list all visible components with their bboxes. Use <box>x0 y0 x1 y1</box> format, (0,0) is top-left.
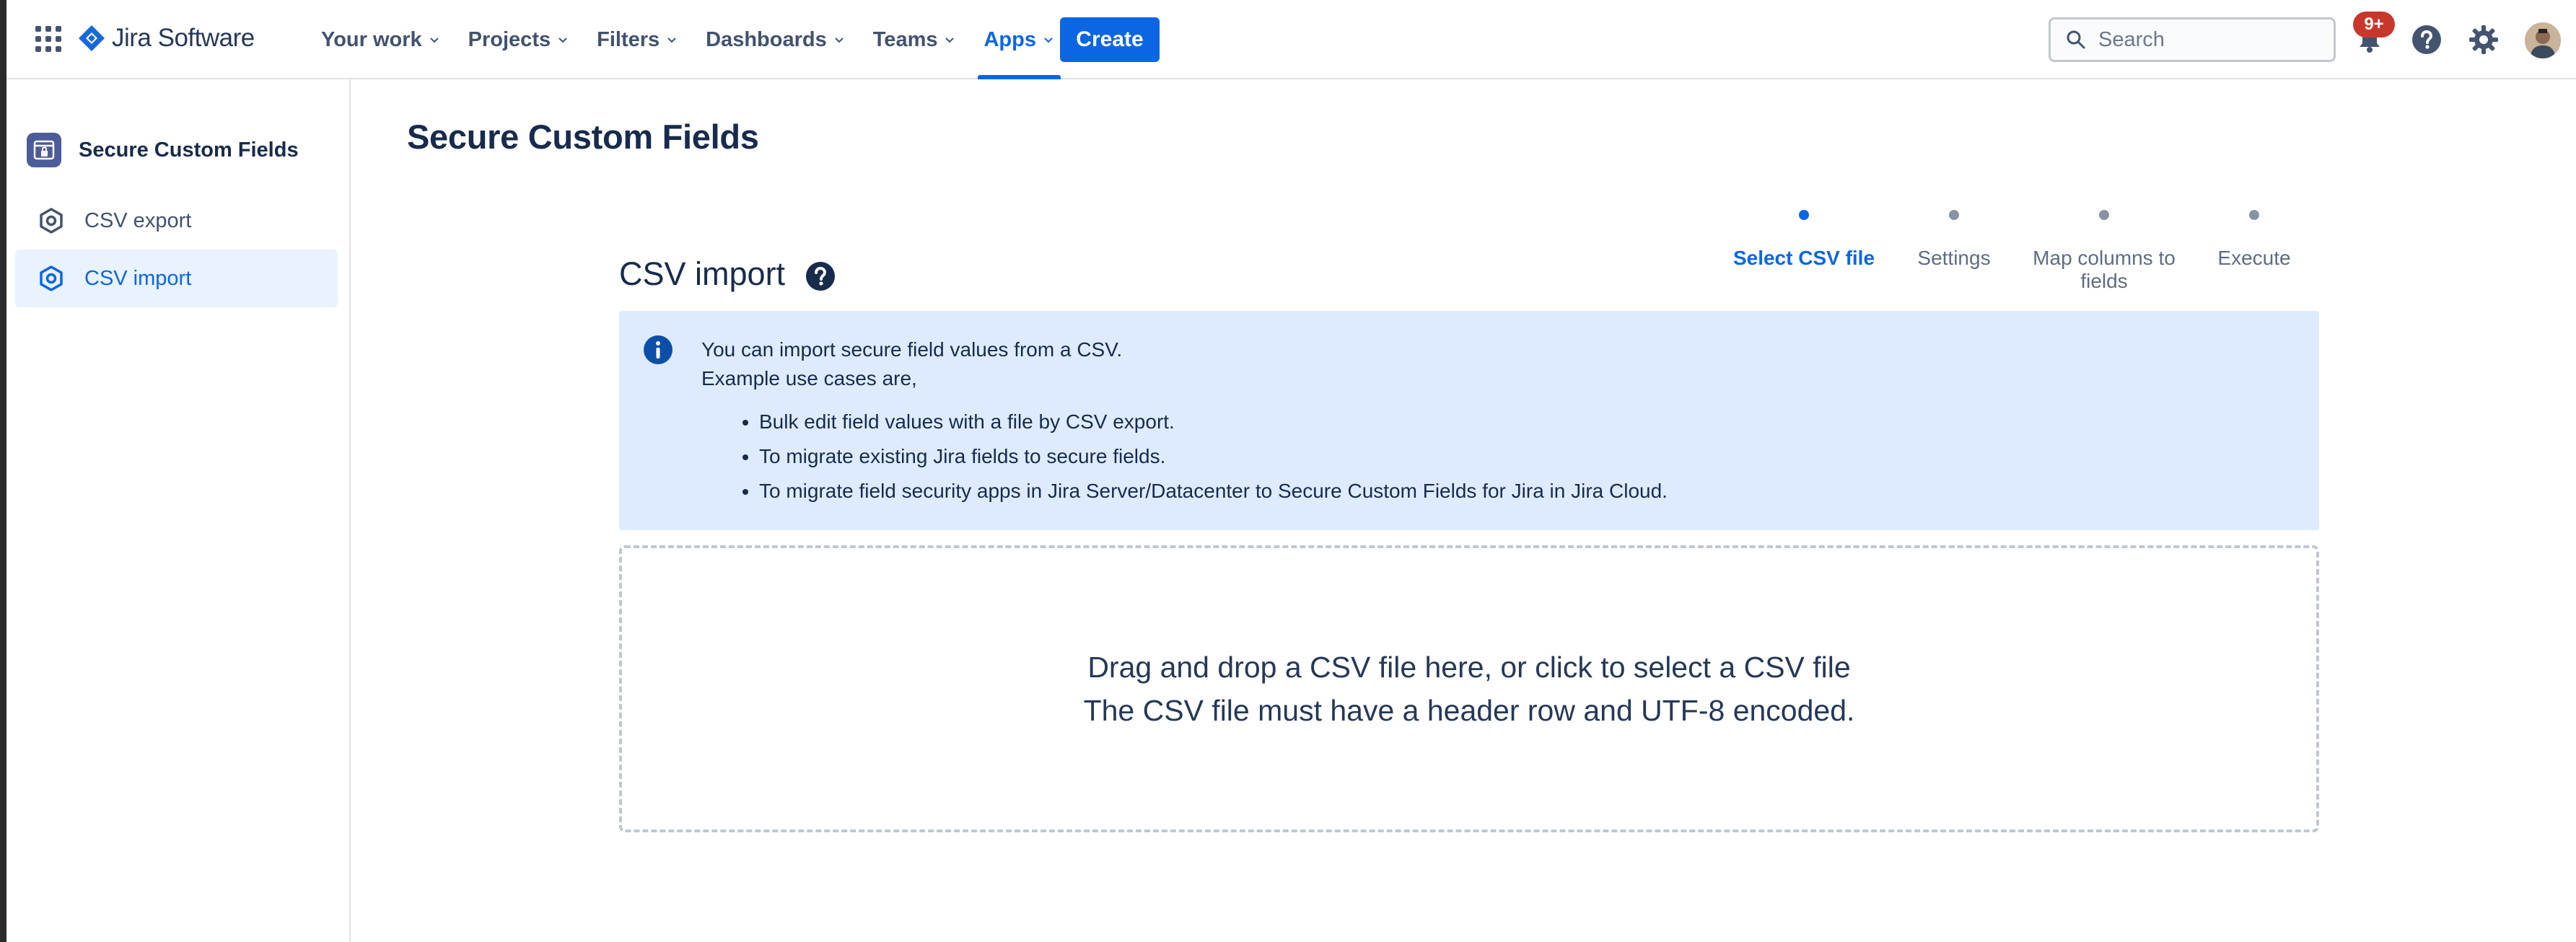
list-item: To migrate existing Jira fields to secur… <box>759 439 1668 474</box>
sidebar-item-label: CSV import <box>84 266 192 290</box>
search-input[interactable] <box>2098 27 2315 52</box>
list-item: Bulk edit field values with a file by CS… <box>759 405 1668 439</box>
jira-logo[interactable]: Jira Software <box>77 20 255 56</box>
menu-apps[interactable]: Apps <box>978 0 1061 79</box>
notification-badge: 9+ <box>2353 12 2395 38</box>
gear-icon <box>2469 25 2498 54</box>
info-text: You can import secure field values from … <box>701 335 1122 393</box>
list-item: To migrate field security apps in Jira S… <box>759 474 1668 509</box>
menu-label: Filters <box>597 27 660 51</box>
page-title: Secure Custom Fields <box>407 118 759 156</box>
step-dot <box>1799 210 1809 220</box>
info-panel: You can import secure field values from … <box>619 311 2319 530</box>
dropzone-line-2: The CSV file must have a header row and … <box>1083 694 1855 727</box>
sidebar-item-csv-export[interactable]: CSV export <box>15 192 338 250</box>
lock-window-icon <box>33 140 55 160</box>
csv-dropzone[interactable]: Drag and drop a CSV file here, or click … <box>619 545 2319 832</box>
step-dot <box>2249 210 2259 220</box>
chevron-down-icon <box>1044 38 1053 43</box>
menu-label: Your work <box>321 27 422 51</box>
menu-label: Projects <box>468 27 551 51</box>
window-edge <box>0 0 6 942</box>
settings-button[interactable] <box>2464 20 2503 59</box>
sidebar-item-label: CSV export <box>84 208 192 232</box>
info-line-1: You can import secure field values from … <box>701 338 1123 361</box>
help-icon[interactable] <box>805 261 836 291</box>
step-label: Execute <box>2217 247 2291 269</box>
menu-your-work[interactable]: Your work <box>315 0 447 79</box>
user-avatar-icon <box>2525 22 2561 58</box>
avatar[interactable] <box>2525 22 2561 58</box>
sidebar: Secure Custom Fields CSV export CSV impo… <box>6 79 351 942</box>
info-icon <box>644 335 673 364</box>
dropzone-line-1: Drag and drop a CSV file here, or click … <box>1087 651 1851 684</box>
step-dot <box>2099 210 2109 220</box>
step-select-csv-file: Select CSV file <box>1732 202 1876 270</box>
menu-label: Dashboards <box>706 27 827 51</box>
step-label: Map columns to fields <box>2033 247 2176 292</box>
chevron-down-icon <box>558 38 567 43</box>
chevron-down-icon <box>945 38 955 43</box>
main-menu: Your work Projects Filters Dashboards Te… <box>315 0 1077 79</box>
step-label: Select CSV file <box>1732 247 1875 269</box>
use-case-list: Bulk edit field values with a file by CS… <box>759 405 1668 509</box>
top-navigation: Jira Software Your work Projects Filters… <box>6 0 2576 79</box>
help-button[interactable] <box>2407 20 2446 59</box>
step-settings: Settings <box>1882 202 2026 270</box>
menu-teams[interactable]: Teams <box>867 0 963 79</box>
app-switcher-icon[interactable] <box>35 26 61 52</box>
section-title: CSV import <box>619 255 786 292</box>
create-button[interactable]: Create <box>1060 17 1160 62</box>
sidebar-header: Secure Custom Fields <box>27 126 299 175</box>
secure-fields-app-icon <box>27 133 61 167</box>
section-header: CSV import <box>619 252 836 296</box>
menu-label: Teams <box>872 27 938 51</box>
menu-filters[interactable]: Filters <box>591 0 684 79</box>
sidebar-title: Secure Custom Fields <box>79 138 299 162</box>
info-line-2: Example use cases are, <box>701 367 917 389</box>
step-dot <box>1949 210 1959 220</box>
jira-logo-icon <box>79 25 105 51</box>
menu-dashboards[interactable]: Dashboards <box>700 0 851 79</box>
menu-projects[interactable]: Projects <box>463 0 575 79</box>
help-icon <box>2412 25 2441 54</box>
step-map-columns: Map columns to fields <box>2032 202 2176 293</box>
search-box[interactable] <box>2049 17 2336 62</box>
chevron-down-icon <box>429 38 439 43</box>
search-icon <box>2067 30 2085 49</box>
chevron-down-icon <box>667 38 676 43</box>
sidebar-item-csv-import[interactable]: CSV import <box>15 250 338 307</box>
step-execute: Execute <box>2182 202 2326 270</box>
step-label: Settings <box>1917 247 1991 269</box>
brand-name: Jira Software <box>112 24 255 52</box>
hexagon-gear-icon <box>40 208 63 234</box>
chevron-down-icon <box>835 38 844 43</box>
menu-label: Apps <box>983 27 1036 51</box>
progress-tracker: Select CSV file Settings Map columns to … <box>1732 202 2338 303</box>
hexagon-gear-icon <box>40 265 63 291</box>
